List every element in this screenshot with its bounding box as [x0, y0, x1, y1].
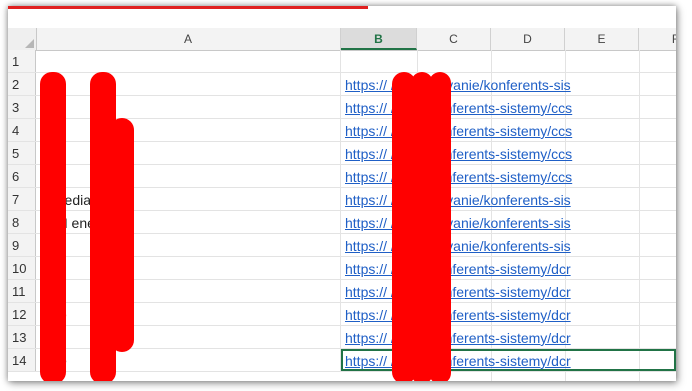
cell-a[interactable]: SD- [36, 96, 341, 118]
cell-a[interactable]: N-D [36, 349, 341, 371]
column-header-a[interactable]: A [36, 28, 341, 50]
column-header-row: A B C D E F [8, 28, 676, 51]
redaction-mark [110, 118, 134, 352]
row-header[interactable]: 6 [8, 165, 36, 187]
row-header[interactable]: 5 [8, 142, 36, 164]
row-header[interactable]: 10 [8, 257, 36, 279]
cell-a[interactable]: Sch [36, 73, 341, 95]
cell-a[interactable]: N r edia [36, 188, 341, 210]
row-header[interactable]: 8 [8, 211, 36, 233]
row-header[interactable]: 14 [8, 349, 36, 371]
column-header-b[interactable]: B [341, 28, 417, 50]
row-header[interactable]: 7 [8, 188, 36, 210]
cell-b-link[interactable] [341, 50, 676, 72]
row-header[interactable]: 13 [8, 326, 36, 348]
row-header[interactable]: 3 [8, 96, 36, 118]
row-header[interactable]: 9 [8, 234, 36, 256]
select-all-triangle-icon [25, 39, 34, 48]
ribbon-edge [8, 6, 368, 9]
redaction-mark [429, 72, 451, 381]
redaction-mark [40, 72, 66, 381]
cell-a[interactable]: SD [36, 142, 341, 164]
column-header-d[interactable]: D [491, 28, 565, 50]
cell-a[interactable]: N-0 [36, 280, 341, 302]
column-header-e[interactable]: E [565, 28, 639, 50]
cell-a[interactable]: N M eneration [36, 211, 341, 233]
column-header-f[interactable]: F [639, 28, 676, 50]
cell-a[interactable]: N N [36, 234, 341, 256]
select-all-button[interactable] [8, 28, 37, 50]
row-header[interactable]: 2 [8, 73, 36, 95]
cell-a[interactable]: SD- [36, 165, 341, 187]
cell-a[interactable] [36, 50, 341, 72]
row-header[interactable]: 12 [8, 303, 36, 325]
cell-a[interactable]: N-D [36, 303, 341, 325]
row-header[interactable]: 4 [8, 119, 36, 141]
cell-a[interactable]: N-E [36, 326, 341, 348]
column-header-c[interactable]: C [417, 28, 491, 50]
spreadsheet-window: A B C D E F 12Schhttps:// /oborudovanie/… [8, 6, 676, 381]
cell-a[interactable]: SD- [36, 119, 341, 141]
row-header[interactable]: 1 [8, 50, 36, 72]
row-header[interactable]: 11 [8, 280, 36, 302]
cell-a[interactable]: N-0 [36, 257, 341, 279]
table-row: 1 [8, 50, 676, 73]
